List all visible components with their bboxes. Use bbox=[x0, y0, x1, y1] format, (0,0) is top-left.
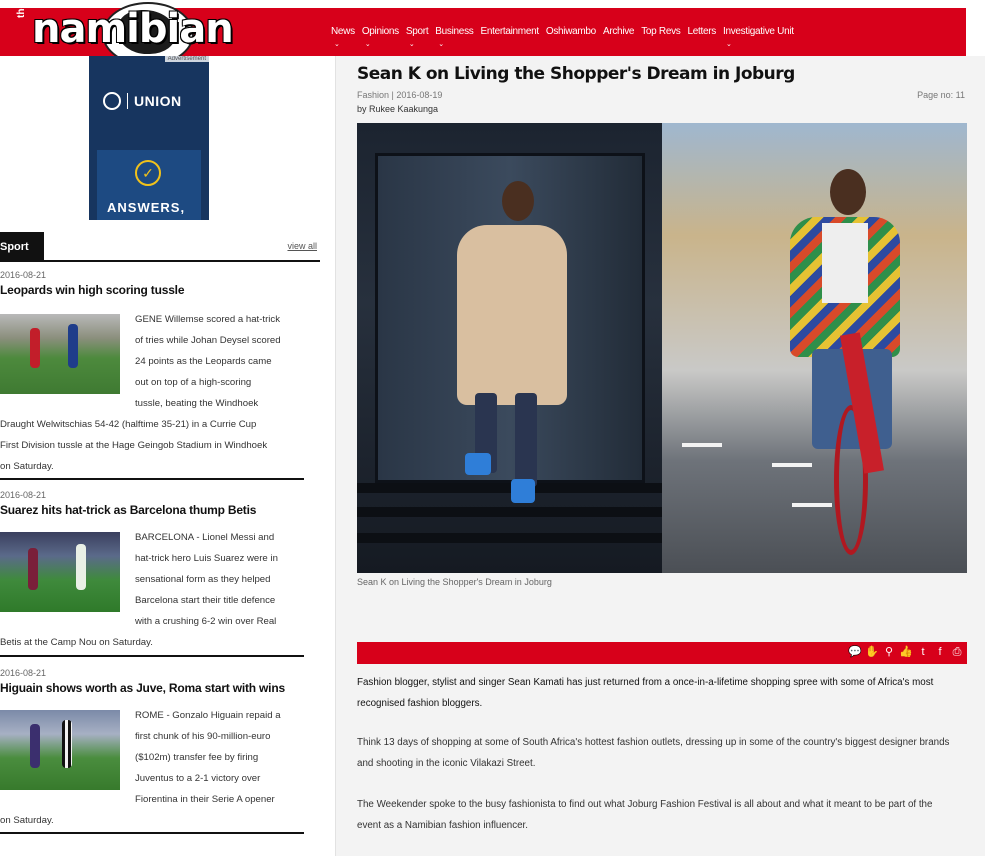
ad-panel: ✓ ANSWERS, bbox=[97, 150, 201, 220]
story-excerpt: BARCELONA - Lionel Messi and hat-trick h… bbox=[0, 532, 278, 648]
article-title: Sean K on Living the Shopper's Dream in … bbox=[357, 64, 795, 84]
person-shirt bbox=[822, 223, 868, 303]
article-paragraph: Think 13 days of shopping at some of Sou… bbox=[357, 737, 950, 769]
comment-icon[interactable]: 💬 bbox=[848, 645, 862, 660]
story-headline[interactable]: Suarez hits hat-trick as Barcelona thump… bbox=[0, 503, 304, 517]
photo-step bbox=[357, 533, 662, 543]
nav-item-label: Archive bbox=[602, 26, 635, 37]
sidebar-story: 2016-08-21 Higuain shows worth as Juve, … bbox=[0, 668, 304, 826]
nav-item-label: Opinions bbox=[361, 26, 399, 37]
story-excerpt: GENE Willemse scored a hat-trick of trie… bbox=[0, 314, 281, 472]
photo-step bbox=[357, 507, 662, 517]
facebook-icon[interactable]: f bbox=[933, 645, 947, 660]
share-icon-group: 💬 ✋ ⚲ 👍 t f ⎙ bbox=[848, 645, 964, 660]
person-leg bbox=[515, 393, 537, 487]
story-divider bbox=[0, 478, 304, 480]
page: the namibian News ⌄ Opinions ⌄ Sport ⌄ Busines… bbox=[0, 0, 994, 856]
nav-item-label: Oshiwambo bbox=[545, 26, 596, 37]
site-header: the namibian News ⌄ Opinions ⌄ Sport ⌄ Busines… bbox=[0, 2, 966, 66]
story-headline[interactable]: Higuain shows worth as Juve, Roma start … bbox=[0, 681, 304, 695]
photo-right-panel bbox=[662, 123, 967, 573]
article-paragraph: Fashion blogger, stylist and singer Sean… bbox=[357, 677, 934, 709]
nav-item-business[interactable]: Business ⌄ bbox=[435, 26, 474, 48]
twitter-icon[interactable]: t bbox=[916, 645, 930, 660]
photo-caption: Sean K on Living the Shopper's Dream in … bbox=[357, 577, 552, 587]
view-all-link[interactable]: view all bbox=[287, 241, 317, 251]
chevron-down-icon: ⌄ bbox=[364, 41, 371, 48]
nav-item-archive[interactable]: Archive bbox=[602, 26, 635, 37]
nav-item-label: Sport bbox=[405, 26, 429, 37]
union-logo-icon bbox=[103, 92, 121, 110]
hand-icon[interactable]: ✋ bbox=[865, 645, 879, 660]
article-paragraph: The Weekender spoke to the busy fashioni… bbox=[357, 799, 933, 831]
story-date: 2016-08-21 bbox=[0, 490, 47, 500]
sidebar-story: 2016-08-21 Suarez hits hat-trick as Barc… bbox=[0, 490, 304, 648]
thumbs-up-icon[interactable]: 👍 bbox=[899, 645, 913, 660]
nav-item-label: Investigative Unit bbox=[722, 26, 794, 37]
ad-brand-name: UNION bbox=[127, 93, 182, 109]
share-toolbar: 💬 ✋ ⚲ 👍 t f ⎙ bbox=[357, 642, 967, 664]
person-head bbox=[502, 181, 534, 221]
advertisement-banner[interactable]: Advertisement UNION ✓ ANSWERS, bbox=[89, 56, 209, 220]
road-marking bbox=[682, 443, 722, 447]
story-date: 2016-08-21 bbox=[0, 668, 47, 678]
nav-item-letters[interactable]: Letters bbox=[687, 26, 717, 37]
article-meta: Fashion | 2016-08-19 bbox=[357, 90, 443, 100]
road-marking bbox=[772, 463, 812, 467]
photo-left-panel bbox=[357, 123, 662, 573]
article-byline: by Rukee Kaakunga bbox=[357, 104, 439, 114]
photo-step bbox=[357, 483, 662, 493]
story-divider bbox=[0, 832, 304, 834]
chevron-down-icon: ⌄ bbox=[438, 41, 444, 48]
print-icon[interactable]: ⎙ bbox=[950, 645, 964, 660]
story-divider bbox=[0, 655, 304, 657]
article: Sean K on Living the Shopper's Dream in … bbox=[335, 56, 985, 856]
chevron-down-icon: ⌄ bbox=[408, 41, 415, 48]
person-shoe bbox=[511, 479, 535, 503]
chevron-down-icon: ⌄ bbox=[725, 41, 732, 48]
map-pin-icon[interactable]: ⚲ bbox=[882, 645, 896, 660]
nav-item-label: Letters bbox=[687, 26, 717, 37]
sidebar-section-header: Sport view all bbox=[0, 232, 320, 262]
road-marking bbox=[792, 503, 832, 507]
logo-the-text: the bbox=[16, 3, 27, 18]
page-number: Page no: 11 bbox=[917, 90, 965, 100]
tab-sport[interactable]: Sport bbox=[0, 232, 44, 262]
story-date: 2016-08-21 bbox=[0, 270, 47, 280]
nav-item-top-revs[interactable]: Top Revs bbox=[641, 26, 681, 37]
person-shoe bbox=[465, 453, 491, 475]
nav-item-entertainment[interactable]: Entertainment bbox=[480, 26, 539, 37]
chevron-down-icon: ⌄ bbox=[334, 41, 340, 48]
article-photo[interactable] bbox=[357, 123, 967, 573]
nav-item-sport[interactable]: Sport ⌄ bbox=[405, 26, 429, 48]
nav-item-news[interactable]: News ⌄ bbox=[331, 26, 355, 48]
nav-item-label: News bbox=[331, 26, 355, 37]
nav-item-label: Entertainment bbox=[480, 26, 539, 37]
check-circle-icon: ✓ bbox=[135, 160, 161, 186]
nav-item-oshiwambo[interactable]: Oshiwambo bbox=[546, 26, 596, 37]
story-excerpt: ROME - Gonzalo Higuain repaid a first ch… bbox=[0, 710, 281, 826]
main-nav: News ⌄ Opinions ⌄ Sport ⌄ Business ⌄ Entertainme… bbox=[331, 26, 794, 48]
logo-wordmark: namibian bbox=[32, 6, 234, 52]
story-headline[interactable]: Leopards win high scoring tussle bbox=[0, 283, 304, 297]
ad-brand-logo: UNION bbox=[103, 92, 182, 110]
person-head bbox=[830, 169, 866, 215]
nav-item-label: Business bbox=[435, 26, 474, 37]
ad-label: Advertisement bbox=[164, 56, 209, 62]
person-coat bbox=[457, 225, 567, 405]
nav-item-label: Top Revs bbox=[641, 26, 681, 37]
nav-item-opinions[interactable]: Opinions ⌄ bbox=[361, 26, 399, 48]
nav-item-investigative-unit[interactable]: Investigative Unit ⌄ bbox=[722, 26, 794, 48]
ad-headline: ANSWERS, bbox=[107, 200, 186, 215]
sidebar-story: 2016-08-21 Leopards win high scoring tus… bbox=[0, 270, 304, 472]
